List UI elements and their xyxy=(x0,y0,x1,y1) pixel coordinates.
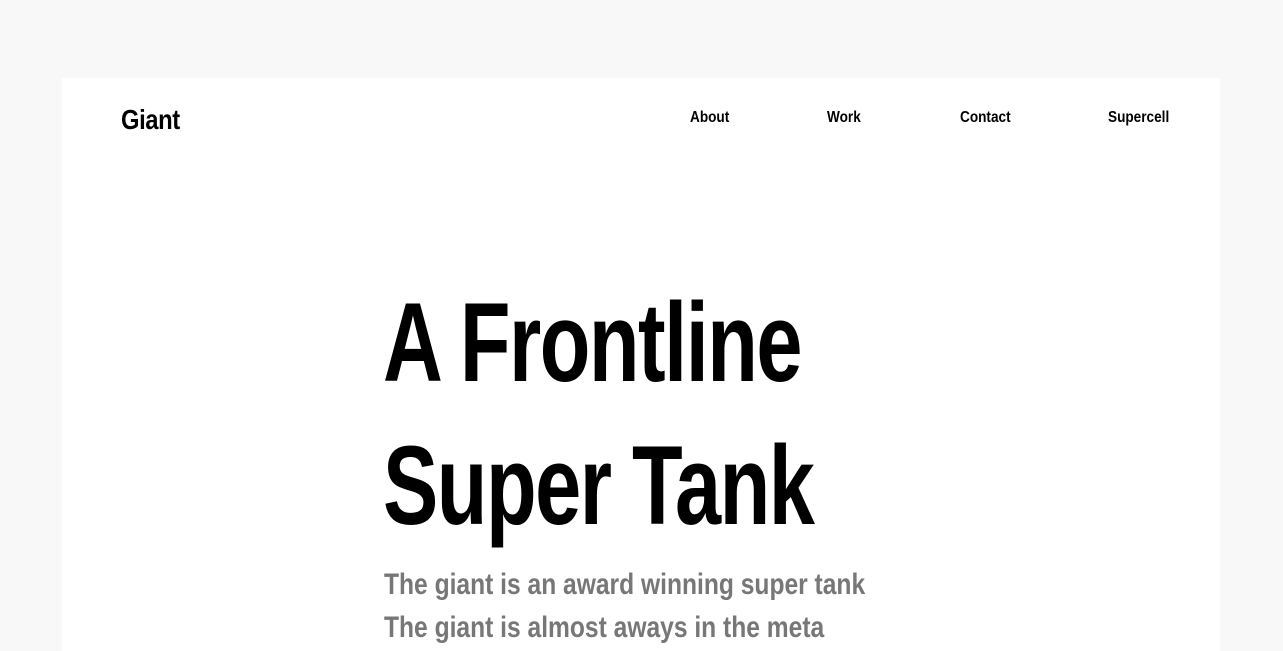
hero-title: A Frontline Super Tank xyxy=(383,271,815,557)
nav-link-work[interactable]: Work xyxy=(827,106,861,130)
nav-link-contact[interactable]: Contact xyxy=(960,106,1011,130)
hero-subtitle-line-1: The giant is an award winning super tank xyxy=(384,568,866,601)
hero-title-line-1: A Frontline xyxy=(383,280,803,405)
nav-link-supercell[interactable]: Supercell xyxy=(1108,106,1169,130)
hero-subtitle: The giant is an award winning super tank… xyxy=(384,563,865,649)
hero-subtitle-line-2: The giant is almost aways in the meta xyxy=(384,611,825,644)
main-nav: About Work Contact Supercell xyxy=(62,106,1220,130)
page-card: Giant About Work Contact Supercell A Fro… xyxy=(62,78,1220,651)
nav-link-about[interactable]: About xyxy=(690,106,729,130)
hero-title-line-2: Super Tank xyxy=(383,423,815,548)
